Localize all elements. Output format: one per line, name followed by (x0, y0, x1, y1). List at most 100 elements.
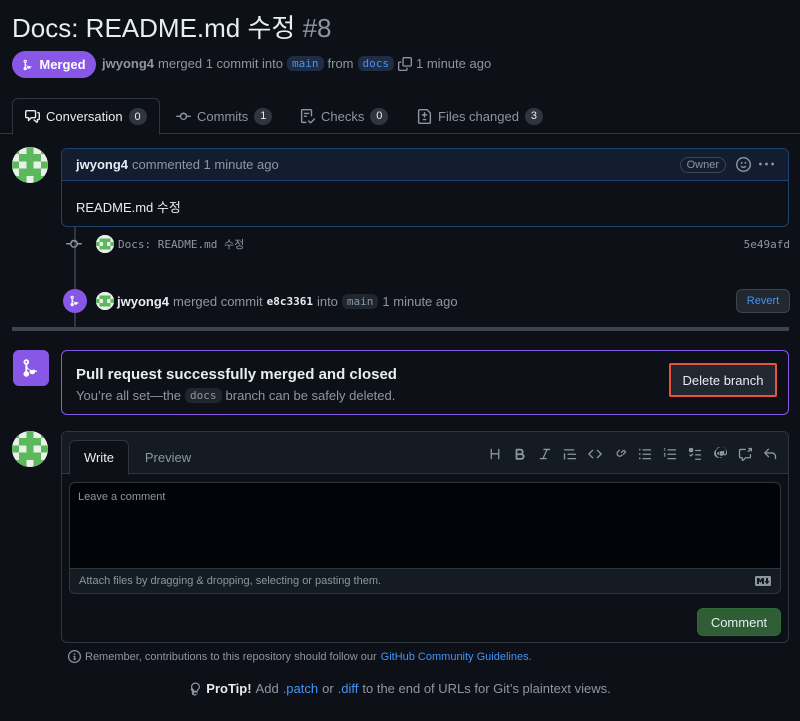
markdown-icon (755, 576, 771, 586)
git-merge-icon (23, 359, 37, 377)
mention-icon[interactable] (712, 446, 728, 462)
undo-icon[interactable] (762, 446, 778, 462)
commit-sha-link[interactable]: 5e49afd (744, 238, 790, 251)
tab-checks-label: Checks (321, 108, 365, 124)
kebab-horizontal-icon[interactable] (759, 157, 774, 172)
tab-conversation[interactable]: Conversation 0 (12, 98, 160, 135)
tab-commits-label: Commits (197, 108, 249, 124)
current-user-avatar[interactable] (12, 431, 48, 467)
editor-header: Write Preview (62, 432, 788, 475)
commit-icon (176, 112, 191, 120)
comment-textarea[interactable]: Leave a comment (69, 482, 781, 568)
guidelines-end: . (528, 650, 532, 663)
merged-box-subtitle: You’re all set—the docs branch can be sa… (76, 388, 395, 403)
light-bulb-icon (190, 682, 201, 695)
merged-event-time: 1 minute ago (382, 293, 458, 309)
owner-badge: Owner (679, 156, 726, 173)
smiley-icon[interactable] (736, 157, 751, 172)
meta-time: 1 minute ago (416, 56, 492, 71)
attach-files-bar[interactable]: Attach files by dragging & dropping, sel… (69, 568, 781, 594)
commit-author-avatar[interactable] (96, 235, 114, 253)
merged-box-sub-after: branch can be safely deleted. (225, 388, 396, 403)
tab-checks-count: 0 (370, 107, 389, 125)
comment-submit-button[interactable]: Comment (697, 608, 781, 636)
merged-state-icon (13, 350, 49, 386)
cross-reference-icon[interactable] (737, 446, 753, 462)
copy-icon[interactable] (398, 56, 413, 71)
merged-into-branch-chip[interactable]: main (341, 293, 379, 309)
tab-commits-count: 1 (254, 107, 273, 125)
tab-checks[interactable]: Checks 0 (300, 98, 389, 134)
pr-author-link[interactable]: jwyong4 (102, 56, 154, 71)
merge-event-badge (63, 289, 87, 313)
comment-header: jwyong4 commented 1 minute ago Owner (62, 149, 788, 181)
comment-discussion-icon (25, 109, 40, 123)
checklist-icon (300, 108, 315, 124)
tab-conversation-label: Conversation (46, 109, 123, 124)
merged-commit-text: merged commit (173, 293, 263, 309)
task-list-icon[interactable] (687, 446, 703, 462)
comment-card: jwyong4 commented 1 minute ago Owner REA… (61, 148, 789, 227)
pr-title: Docs: README.md 수정 (12, 13, 296, 43)
tab-write[interactable]: Write (69, 440, 129, 475)
merged-box-branch-chip: docs (185, 388, 222, 403)
commit-message-link[interactable]: Docs: README.md 수정 (118, 236, 244, 252)
meta-from-text: from (327, 56, 354, 71)
meta-merged-text: merged 1 commit into (158, 56, 284, 71)
italic-icon[interactable] (537, 446, 553, 462)
merged-into-text: into (316, 293, 338, 309)
info-icon (68, 650, 81, 663)
git-merge-icon (70, 295, 79, 307)
protip-diff-link[interactable]: .diff (338, 681, 359, 696)
timeline-divider (12, 327, 789, 331)
comment-author-link[interactable]: jwyong4 (76, 157, 128, 172)
git-merge-icon (23, 59, 32, 70)
tab-files-changed[interactable]: Files changed 3 (417, 98, 543, 134)
quote-icon[interactable] (562, 446, 578, 462)
merged-status-box: Pull request successfully merged and clo… (61, 350, 789, 415)
merger-author-link[interactable]: jwyong4 (117, 294, 169, 309)
merged-box-title: Pull request successfully merged and clo… (76, 366, 397, 383)
delete-branch-button[interactable]: Delete branch (669, 363, 777, 397)
bold-icon[interactable] (512, 446, 528, 462)
merged-box-sub-before: You’re all set—the (76, 388, 182, 403)
pr-number: #8 (302, 13, 332, 43)
attach-files-text: Attach files by dragging & dropping, sel… (79, 575, 382, 587)
tab-conversation-count: 0 (128, 108, 147, 125)
timeline-merged-event: jwyong4 merged commit e8c3361 into main … (63, 288, 790, 314)
timeline-commit: Docs: README.md 수정 5e49afd (66, 234, 790, 254)
pr-tabs: Conversation 0 Commits 1 Checks 0 Files … (0, 98, 800, 135)
merged-status-badge: Merged (12, 51, 96, 78)
protip-or: or (322, 681, 334, 696)
protip-patch-link[interactable]: .patch (283, 681, 318, 696)
protip-end: to the end of URLs for Git’s plaintext v… (362, 681, 611, 696)
markdown-toolbar (487, 446, 778, 462)
comment-body: README.md 수정 (76, 200, 181, 215)
merged-commit-sha[interactable]: e8c3361 (267, 295, 313, 308)
guidelines-link[interactable]: GitHub Community Guidelines (381, 651, 529, 663)
tab-files-changed-label: Files changed (438, 108, 519, 124)
base-branch-chip[interactable]: main (287, 56, 324, 71)
merged-status-label: Merged (39, 57, 86, 72)
head-branch-chip[interactable]: docs (357, 56, 395, 71)
file-diff-icon (417, 108, 432, 124)
protip-add: Add (255, 681, 279, 696)
heading-icon[interactable] (487, 446, 503, 462)
comment-action-text: commented 1 minute ago (132, 157, 279, 172)
merger-avatar[interactable] (96, 292, 114, 310)
commenter-avatar[interactable] (12, 147, 48, 183)
guidelines-note: Remember, contributions to this reposito… (68, 650, 532, 663)
protip-note: ProTip! Add .patch or .diff to the end o… (0, 681, 800, 696)
comment-editor: Write Preview Leave a comment Attach fil… (61, 431, 789, 643)
link-icon[interactable] (612, 446, 628, 462)
unordered-list-icon[interactable] (637, 446, 653, 462)
guidelines-text: Remember, contributions to this reposito… (85, 650, 377, 663)
tab-preview[interactable]: Preview (138, 440, 198, 475)
revert-button[interactable]: Revert (736, 289, 790, 313)
code-icon[interactable] (587, 446, 603, 462)
page-title: Docs: README.md 수정 #8 (12, 8, 331, 45)
tab-files-changed-count: 3 (524, 107, 543, 125)
pr-meta: jwyong4 merged 1 commit into main from d… (102, 56, 491, 71)
tab-commits[interactable]: Commits 1 (176, 98, 273, 134)
ordered-list-icon[interactable] (662, 446, 678, 462)
